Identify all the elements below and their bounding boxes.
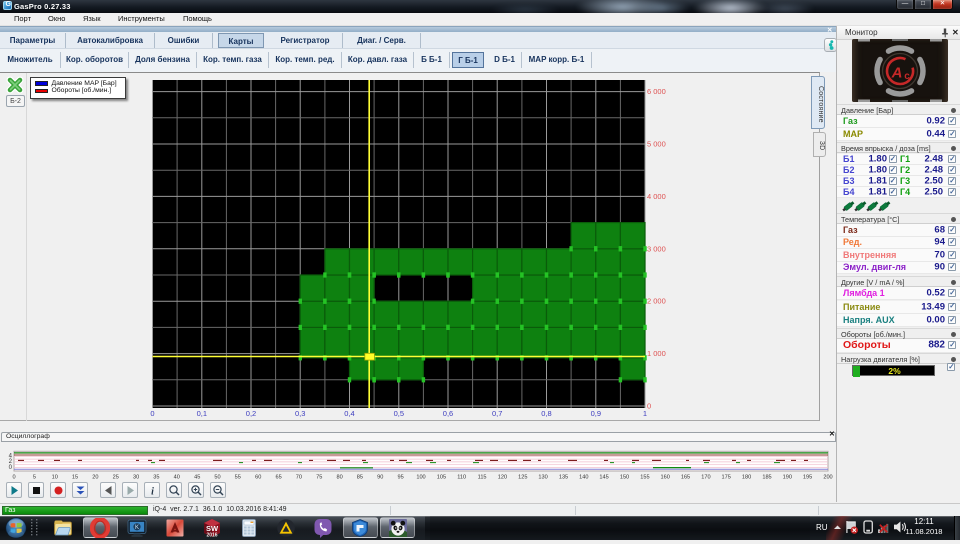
svg-text:200: 200 [823,475,832,481]
svg-text:0: 0 [150,409,154,418]
svg-text:50: 50 [214,475,220,481]
svg-text:0,7: 0,7 [492,409,502,418]
svg-text:3 000: 3 000 [647,244,666,253]
svg-text:185: 185 [762,475,771,481]
svg-text:A: A [890,65,902,82]
svg-text:195: 195 [803,475,812,481]
svg-text:60: 60 [255,475,261,481]
svg-text:110: 110 [457,475,466,481]
svg-text:K: K [135,525,139,531]
svg-text:120: 120 [498,475,507,481]
svg-text:95: 95 [397,475,403,481]
svg-text:30: 30 [133,475,139,481]
svg-text:140: 140 [579,475,588,481]
svg-text:150: 150 [620,475,629,481]
svg-text:20: 20 [92,475,98,481]
svg-text:2 000: 2 000 [647,297,666,306]
svg-text:80: 80 [336,475,342,481]
svg-text:160: 160 [661,475,670,481]
svg-text:85: 85 [357,475,363,481]
svg-text:165: 165 [681,475,690,481]
svg-text:115: 115 [478,475,487,481]
svg-text:40: 40 [174,475,180,481]
svg-text:25: 25 [113,475,119,481]
svg-text:0: 0 [9,465,13,471]
svg-text:90: 90 [377,475,383,481]
svg-text:105: 105 [437,475,446,481]
svg-text:0,9: 0,9 [591,409,601,418]
svg-text:0,1: 0,1 [197,409,207,418]
svg-text:125: 125 [518,475,527,481]
svg-text:135: 135 [559,475,568,481]
svg-text:0,5: 0,5 [394,409,404,418]
svg-text:15: 15 [72,475,78,481]
svg-text:0: 0 [647,402,651,411]
svg-text:0,8: 0,8 [541,409,551,418]
svg-text:170: 170 [701,475,710,481]
svg-text:0,2: 0,2 [246,409,256,418]
svg-text:55: 55 [235,475,241,481]
svg-text:0,6: 0,6 [443,409,453,418]
svg-text:70: 70 [296,475,302,481]
svg-text:75: 75 [316,475,322,481]
svg-text:6 000: 6 000 [647,87,666,96]
svg-text:0,4: 0,4 [344,409,354,418]
svg-text:0,3: 0,3 [295,409,305,418]
svg-text:5 000: 5 000 [647,140,666,149]
svg-text:130: 130 [538,475,547,481]
svg-text:155: 155 [640,475,649,481]
svg-text:4 000: 4 000 [647,192,666,201]
svg-text:0: 0 [12,475,15,481]
svg-text:5: 5 [33,475,36,481]
svg-text:175: 175 [722,475,731,481]
svg-text:100: 100 [416,475,425,481]
svg-text:145: 145 [599,475,608,481]
svg-text:180: 180 [742,475,751,481]
svg-text:2016: 2016 [206,533,217,539]
svg-text:1 000: 1 000 [647,349,666,358]
svg-text:10: 10 [52,475,58,481]
svg-text:65: 65 [275,475,281,481]
svg-text:c: c [904,71,910,82]
svg-text:35: 35 [153,475,159,481]
svg-text:45: 45 [194,475,200,481]
svg-text:190: 190 [783,475,792,481]
